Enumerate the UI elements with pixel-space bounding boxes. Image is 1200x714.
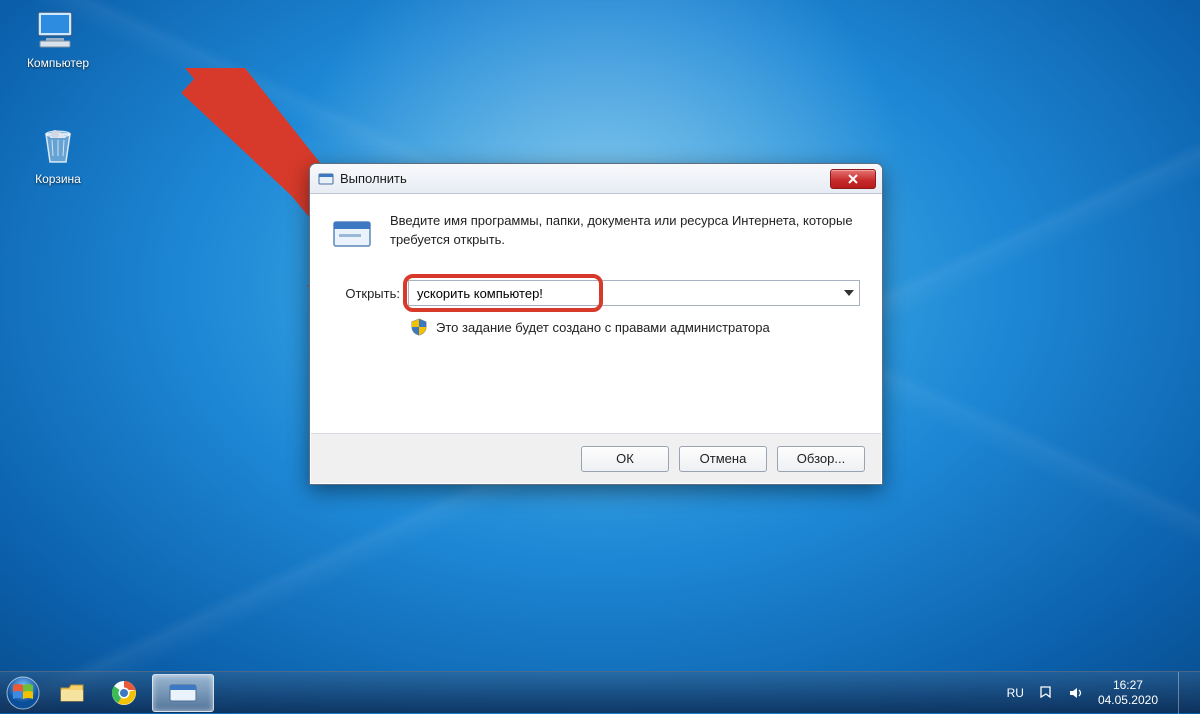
admin-note: Это задание будет создано с правами адми…	[436, 320, 770, 335]
run-icon	[318, 171, 334, 187]
windows-start-icon	[6, 676, 40, 710]
start-button[interactable]	[0, 672, 46, 714]
taskbar-clock[interactable]: 16:27 04.05.2020	[1098, 678, 1164, 708]
clock-date: 04.05.2020	[1098, 693, 1158, 708]
show-desktop-button[interactable]	[1178, 672, 1192, 714]
computer-icon	[34, 8, 82, 52]
ok-button[interactable]: ОК	[581, 446, 669, 472]
run-dialog-icon	[332, 214, 372, 254]
system-tray: RU 16:27 04.05.2020	[1007, 672, 1200, 714]
shield-icon	[410, 318, 428, 336]
run-dialog-title: Выполнить	[340, 171, 407, 186]
run-dialog-footer: ОК Отмена Обзор...	[311, 433, 881, 483]
desktop-icon-computer-label: Компьютер	[27, 56, 89, 70]
cancel-button[interactable]: Отмена	[679, 446, 767, 472]
run-dialog-description: Введите имя программы, папки, документа …	[390, 212, 860, 254]
taskbar: RU 16:27 04.05.2020	[0, 671, 1200, 713]
desktop-icon-recycle-bin-label: Корзина	[35, 172, 81, 186]
taskbar-item-run[interactable]	[152, 674, 214, 712]
chrome-icon	[111, 680, 137, 706]
open-combobox[interactable]	[408, 280, 860, 306]
recycle-bin-icon	[34, 120, 82, 168]
taskbar-item-explorer[interactable]	[48, 674, 96, 712]
folder-icon	[59, 682, 85, 704]
close-button[interactable]	[830, 169, 876, 189]
desktop-icon-computer[interactable]: Компьютер	[18, 8, 98, 70]
run-icon	[168, 681, 198, 705]
close-icon	[847, 173, 859, 185]
browse-button[interactable]: Обзор...	[777, 446, 865, 472]
open-label: Открыть:	[332, 286, 400, 301]
language-indicator[interactable]: RU	[1007, 686, 1024, 700]
volume-icon[interactable]	[1068, 685, 1084, 701]
run-dialog-titlebar[interactable]: Выполнить	[310, 164, 882, 194]
open-input[interactable]	[408, 280, 860, 306]
clock-time: 16:27	[1098, 678, 1158, 693]
taskbar-item-chrome[interactable]	[100, 674, 148, 712]
desktop-icon-recycle-bin[interactable]: Корзина	[18, 120, 98, 186]
action-center-icon[interactable]	[1038, 685, 1054, 701]
run-dialog: Выполнить Введите имя программы, папки, …	[309, 163, 883, 485]
